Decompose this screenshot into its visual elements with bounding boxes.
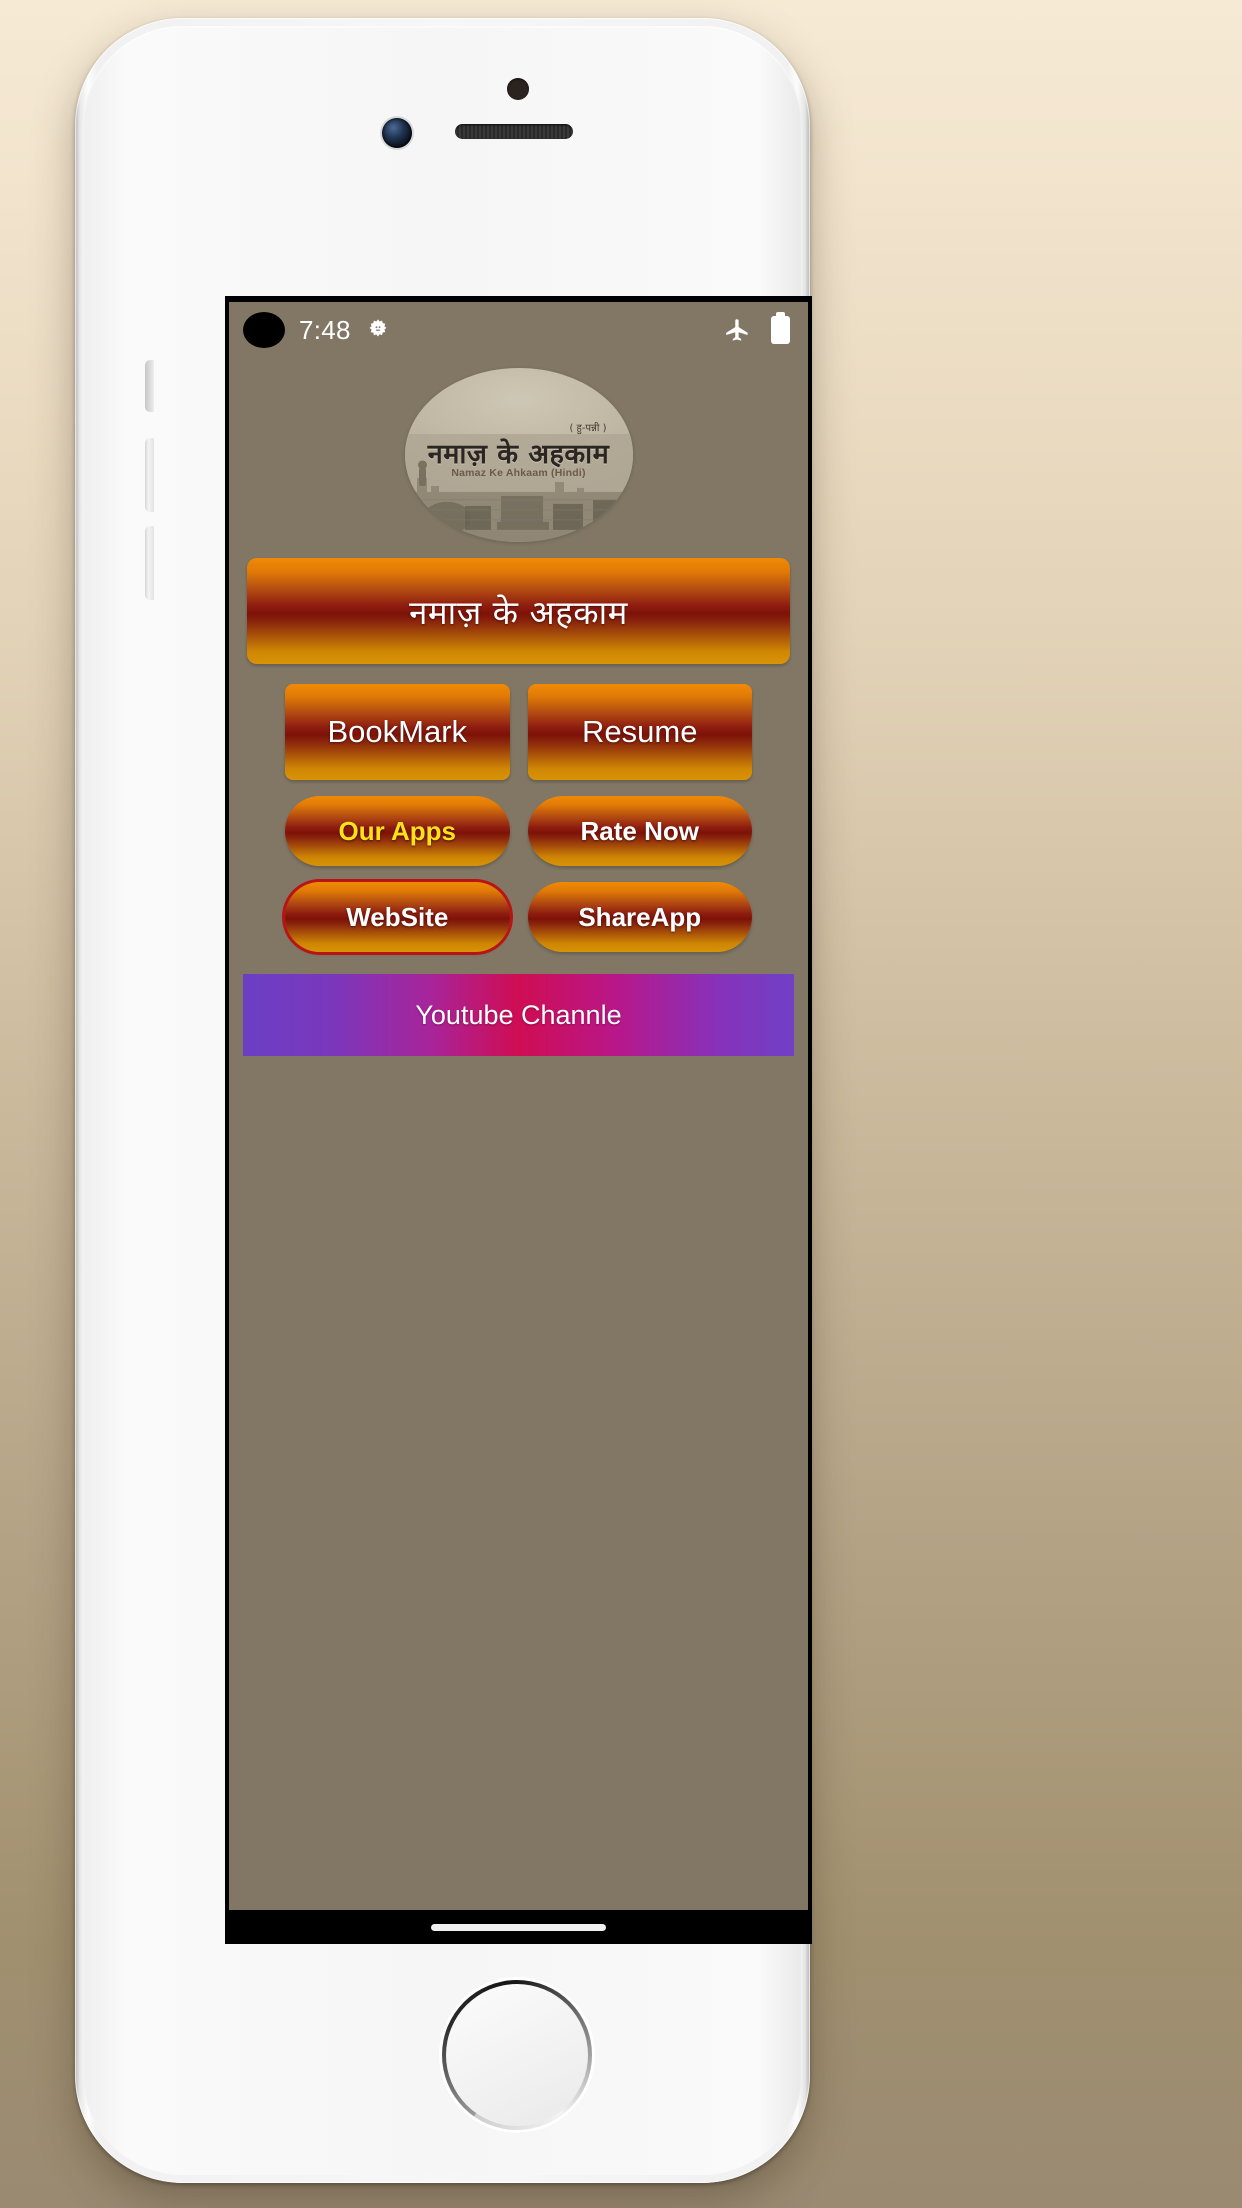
volume-down-button[interactable] xyxy=(145,526,154,600)
app-main-content: ( हु-पन्नी ) नमाज़ के अहकाम Namaz Ke Ahk… xyxy=(229,358,808,1914)
youtube-channel-button[interactable]: Youtube Channle xyxy=(243,974,794,1056)
logo-title: नमाज़ के अहकाम xyxy=(427,439,610,471)
proximity-sensor-icon xyxy=(507,78,529,100)
status-bar-left: 7:48 xyxy=(243,312,391,348)
button-row-1: BookMark Resume xyxy=(229,684,808,780)
home-button-ring xyxy=(442,1980,592,2130)
battery-icon xyxy=(771,312,790,344)
resume-button[interactable]: Resume xyxy=(527,684,752,780)
status-bar-right xyxy=(724,312,790,344)
phone-screen: 7:48 (हु-पन्नी) नमाज़ के अहकाम Namaz K… xyxy=(225,296,812,1944)
button-row-3: WebSite ShareApp xyxy=(229,882,808,952)
home-button-face xyxy=(446,1984,588,2126)
front-camera-icon xyxy=(382,118,412,148)
earpiece-speaker-grille xyxy=(455,124,573,139)
status-bar: 7:48 xyxy=(229,302,808,358)
button-row-2: Our Apps Rate Now xyxy=(229,796,808,866)
volume-up-button[interactable] xyxy=(145,438,154,512)
gesture-pill[interactable] xyxy=(431,1923,606,1931)
android-navigation-bar xyxy=(225,1910,812,1944)
shareapp-button[interactable]: ShareApp xyxy=(527,882,752,952)
website-button[interactable]: WebSite xyxy=(285,882,510,952)
bookmark-button[interactable]: BookMark xyxy=(285,684,510,780)
phone-device: 7:48 (हु-पन्नी) नमाज़ के अहकाम Namaz K… xyxy=(75,18,812,2183)
empty-content-area xyxy=(229,1056,808,1914)
main-title-button[interactable]: नमाज़ के अहकाम xyxy=(247,558,790,664)
silent-switch[interactable] xyxy=(145,360,154,412)
airplane-mode-icon xyxy=(724,317,751,344)
app-logo: ( हु-पन्नी ) नमाज़ के अहकाम Namaz Ke Ahk… xyxy=(404,368,633,542)
home-button[interactable] xyxy=(442,1980,592,2130)
logo-subtitle: Namaz Ke Ahkaam (Hindi) xyxy=(451,467,586,480)
app-viewport: 7:48 (हु-पन्नी) नमाज़ के अहकाम Namaz K… xyxy=(229,302,808,1914)
rate-now-button[interactable]: Rate Now xyxy=(527,796,752,866)
status-clock: 7:48 xyxy=(299,314,351,345)
gear-icon xyxy=(365,317,391,343)
app-logo-wrap: ( हु-पन्नी ) नमाज़ के अहकाम Namaz Ke Ahk… xyxy=(229,358,808,558)
our-apps-button[interactable]: Our Apps xyxy=(285,796,510,866)
notification-dot-icon xyxy=(243,312,285,348)
logo-badge: ( हु-पन्नी ) xyxy=(569,423,607,435)
